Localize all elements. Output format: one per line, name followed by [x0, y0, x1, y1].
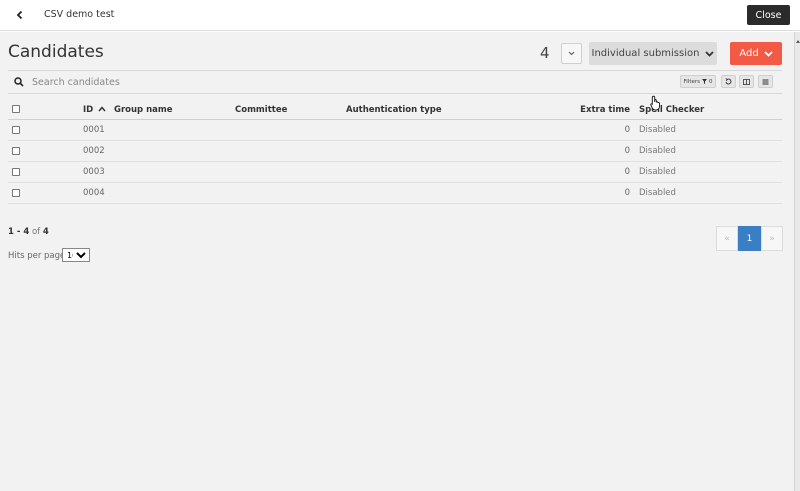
cell-extra-time: 0: [624, 167, 630, 177]
column-header-committee[interactable]: Committee: [235, 105, 287, 115]
filters-label: Filters: [683, 78, 701, 85]
cell-spell-checker: Disabled: [639, 146, 676, 156]
add-label: Add: [739, 48, 759, 59]
candidates-table: ID Group name Committee Authentication t…: [8, 100, 782, 204]
cell-id: 0003: [83, 167, 105, 177]
filters-button[interactable]: Filters 0: [680, 75, 716, 88]
search-bar: Filters 0: [8, 70, 782, 94]
columns-icon: [743, 78, 750, 85]
chevron-down-icon: [568, 51, 575, 56]
table-header: ID Group name Committee Authentication t…: [8, 100, 782, 120]
candidate-count: 4: [540, 44, 550, 62]
reset-button[interactable]: [721, 75, 736, 88]
hits-per-page-label: Hits per page:: [8, 251, 69, 261]
main-panel: Candidates 4 Individual submission Add F…: [0, 32, 794, 491]
sort-ascending-icon[interactable]: [98, 106, 106, 112]
table-row[interactable]: 0003 0 Disabled: [8, 162, 782, 183]
filters-count: 0: [709, 78, 713, 85]
back-button[interactable]: [12, 7, 28, 23]
cell-extra-time: 0: [624, 125, 630, 135]
chevron-down-icon: [705, 50, 715, 57]
columns-button[interactable]: [739, 75, 754, 88]
menu-button[interactable]: [758, 75, 773, 88]
hits-per-page-select[interactable]: 100: [62, 248, 90, 262]
count-dropdown-button[interactable]: [561, 43, 582, 64]
top-bar: CSV demo test Close: [0, 0, 800, 31]
scroll-up-icon[interactable]: [796, 40, 800, 43]
row-checkbox[interactable]: [12, 189, 20, 197]
search-icon: [14, 77, 24, 87]
column-header-group-name[interactable]: Group name: [114, 105, 173, 115]
results-of: of: [31, 227, 41, 237]
close-button[interactable]: Close: [747, 5, 790, 25]
row-checkbox[interactable]: [12, 147, 20, 155]
chevron-left-icon: [16, 10, 23, 20]
cell-spell-checker: Disabled: [639, 125, 676, 135]
column-header-extra-time[interactable]: Extra time: [553, 105, 630, 115]
cell-spell-checker: Disabled: [639, 188, 676, 198]
page-title: Candidates: [8, 42, 104, 62]
results-summary: 1 - 4 of 4: [8, 227, 49, 237]
prev-page-button[interactable]: «: [716, 226, 738, 251]
add-button[interactable]: Add: [730, 42, 782, 65]
vertical-scrollbar[interactable]: [794, 32, 800, 491]
column-header-authentication-type[interactable]: Authentication type: [346, 105, 442, 115]
list-icon: [762, 79, 769, 84]
results-range: 1 - 4: [8, 227, 30, 237]
next-page-button[interactable]: »: [761, 226, 783, 251]
cell-id: 0001: [83, 125, 105, 135]
cell-extra-time: 0: [624, 188, 630, 198]
row-checkbox[interactable]: [12, 168, 20, 176]
undo-icon: [725, 78, 732, 85]
cell-extra-time: 0: [624, 146, 630, 156]
table-row[interactable]: 0001 0 Disabled: [8, 120, 782, 141]
results-total: 4: [42, 227, 49, 237]
cell-spell-checker: Disabled: [639, 167, 676, 177]
cell-id: 0004: [83, 188, 105, 198]
page-1-button[interactable]: 1: [738, 226, 761, 251]
table-row[interactable]: 0004 0 Disabled: [8, 183, 782, 204]
column-header-spell-checker[interactable]: Spell Checker: [639, 105, 704, 115]
cell-id: 0002: [83, 146, 105, 156]
row-checkbox[interactable]: [12, 126, 20, 134]
pagination: « 1 »: [716, 226, 783, 251]
hand-cursor-icon: [650, 95, 660, 111]
search-input[interactable]: [32, 74, 432, 91]
select-all-checkbox[interactable]: [12, 105, 20, 113]
individual-submission-button[interactable]: Individual submission: [589, 42, 717, 65]
funnel-icon: [702, 79, 707, 84]
table-row[interactable]: 0002 0 Disabled: [8, 141, 782, 162]
window-title: CSV demo test: [44, 9, 115, 20]
submission-label: Individual submission: [591, 48, 700, 59]
chevron-down-icon: [764, 50, 773, 57]
